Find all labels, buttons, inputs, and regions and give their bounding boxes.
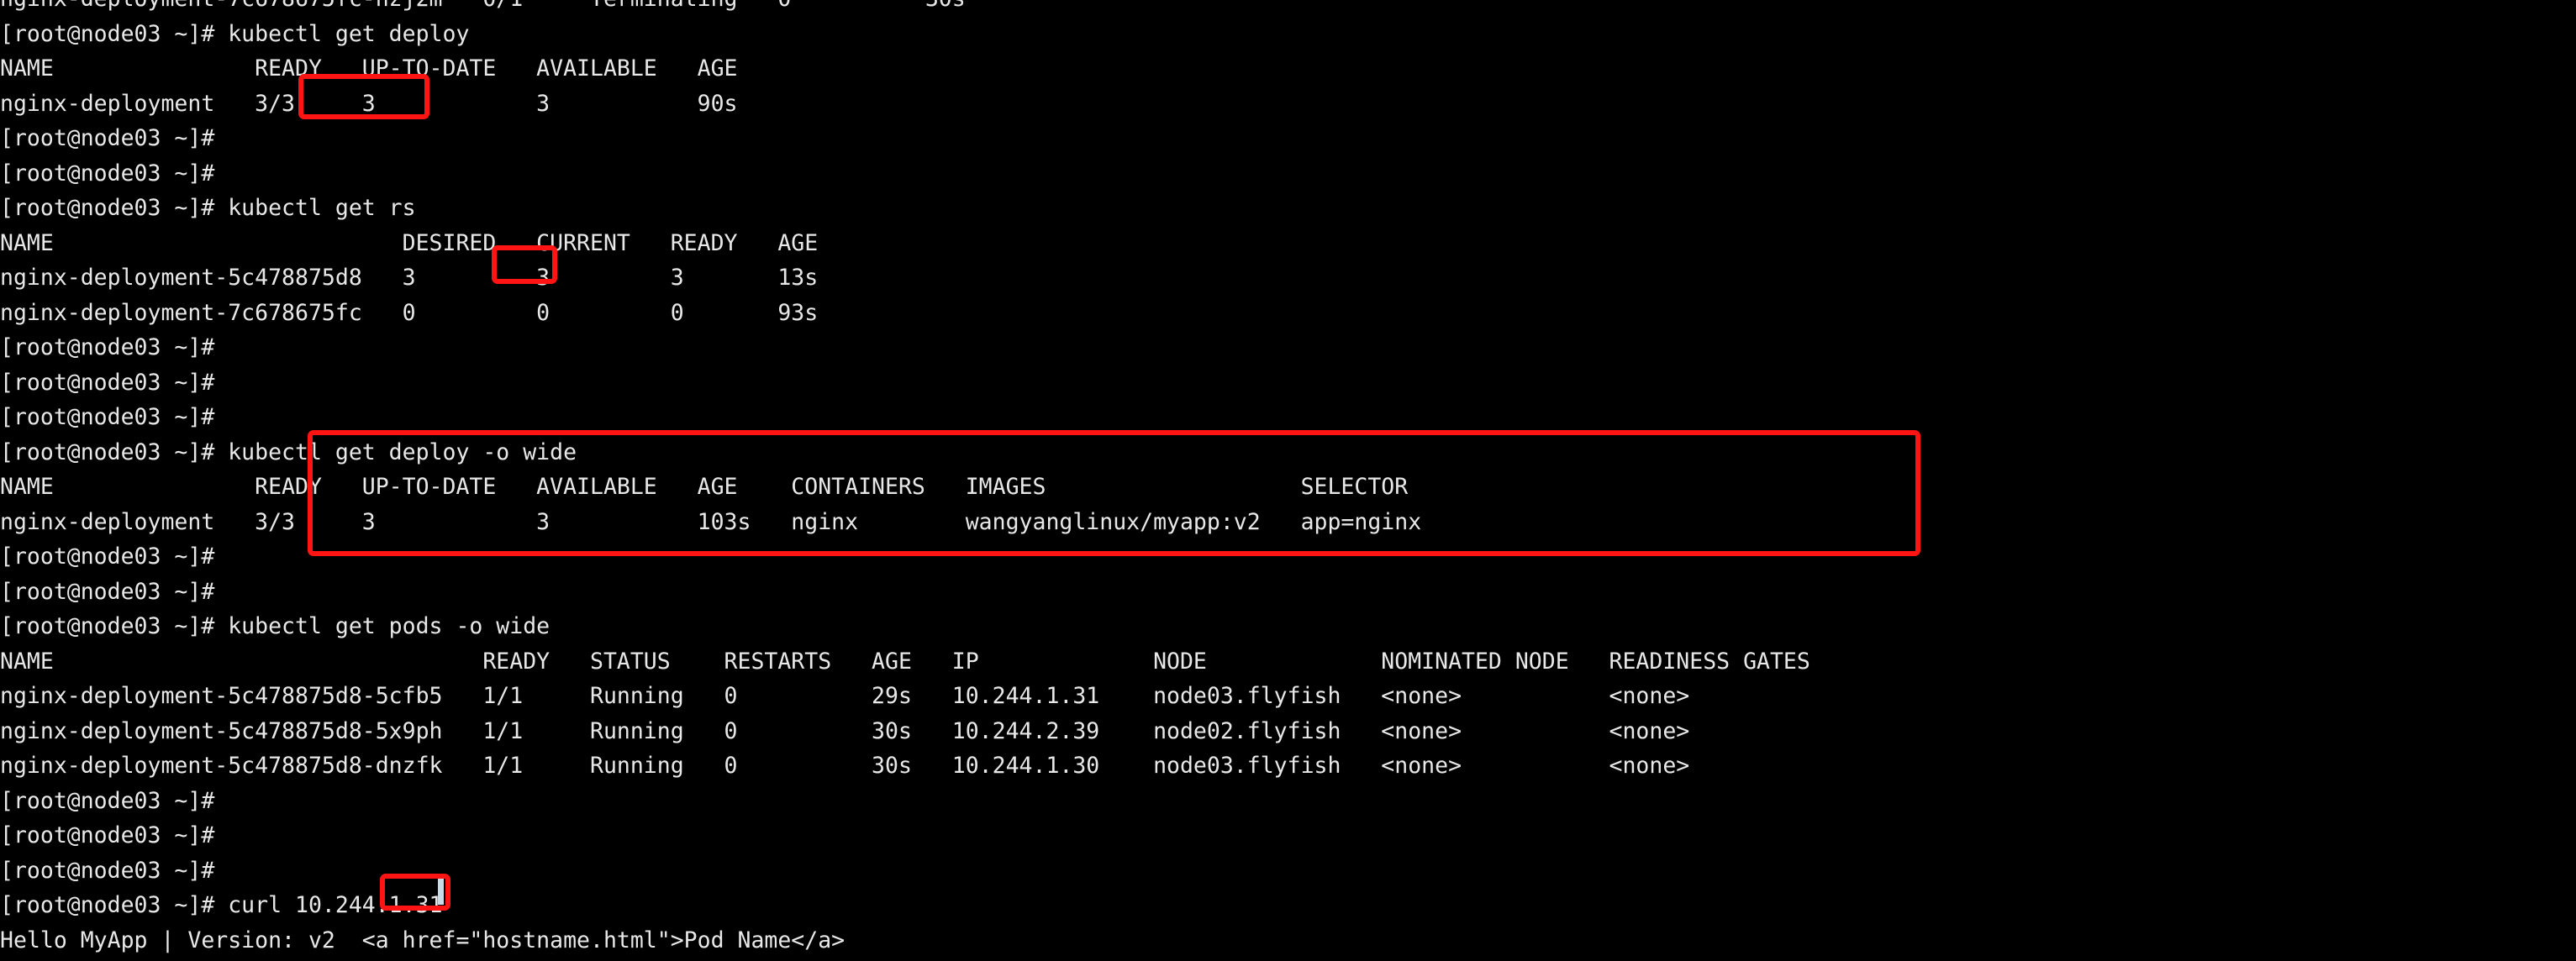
terminal-line: [root@node03 ~]# [0,857,215,884]
terminal-line: nginx-deployment-7c678675fc 0 0 0 93s [0,299,819,326]
terminal-line: [root@node03 ~]# [0,822,215,848]
terminal-line: nginx-deployment-5c478875d8-5x9ph 1/1 Ru… [0,717,1690,744]
terminal-line: [root@node03 ~]# [0,125,215,151]
terminal-line: [root@node03 ~]# curl 10.244.1.31 [0,892,443,918]
terminal-line: nginx-deployment-5c478875d8 3 3 3 13s [0,265,819,291]
terminal-line: [root@node03 ~]# kubectl get pods -o wid… [0,613,550,639]
terminal-line: [root@node03 ~]# kubectl get deploy [0,20,470,47]
terminal-line: [root@node03 ~]# kubectl get rs [0,195,416,221]
terminal-line: [root@node03 ~]# kubectl get deploy -o w… [0,438,577,465]
terminal-line: nginx-deployment-5c478875d8-dnzfk 1/1 Ru… [0,753,1690,779]
terminal-line: [root@node03 ~]# [0,787,215,814]
terminal-line: [root@node03 ~]# [0,544,215,570]
terminal-line: NAME READY UP-TO-DATE AVAILABLE AGE CONT… [0,474,1409,500]
terminal-line: [root@node03 ~]# [0,160,215,186]
terminal-line: [root@node03 ~]# [0,369,215,396]
terminal-line: NAME READY STATUS RESTARTS AGE IP NODE N… [0,648,1810,675]
terminal-line: NAME DESIRED CURRENT READY AGE [0,229,819,256]
terminal-line: NAME READY UP-TO-DATE AVAILABLE AGE [0,55,738,81]
terminal-line: [root@node03 ~]# [0,958,2576,961]
text-cursor [438,879,444,905]
terminal-line: nginx-deployment-7c678675fc-nzj2m 0/1 Te… [0,0,2576,17]
terminal-line: nginx-deployment 3/3 3 3 103s nginx wang… [0,508,1422,535]
terminal-line: [root@node03 ~]# [0,578,215,605]
terminal-line: [root@node03 ~]# [0,404,215,430]
terminal-line: Hello MyApp | Version: v2 <a href="hostn… [0,927,845,953]
terminal-line: nginx-deployment-5c478875d8-5cfb5 1/1 Ru… [0,683,1690,709]
terminal-line: [root@node03 ~]# [0,334,215,360]
terminal-window[interactable]: nginx-deployment-7c678675fc-nzj2m 0/1 Te… [0,0,2576,961]
terminal-line: nginx-deployment 3/3 3 3 90s [0,90,738,117]
terminal-screen: nginx-deployment-7c678675fc-nzj2m 0/1 Te… [0,0,2576,961]
